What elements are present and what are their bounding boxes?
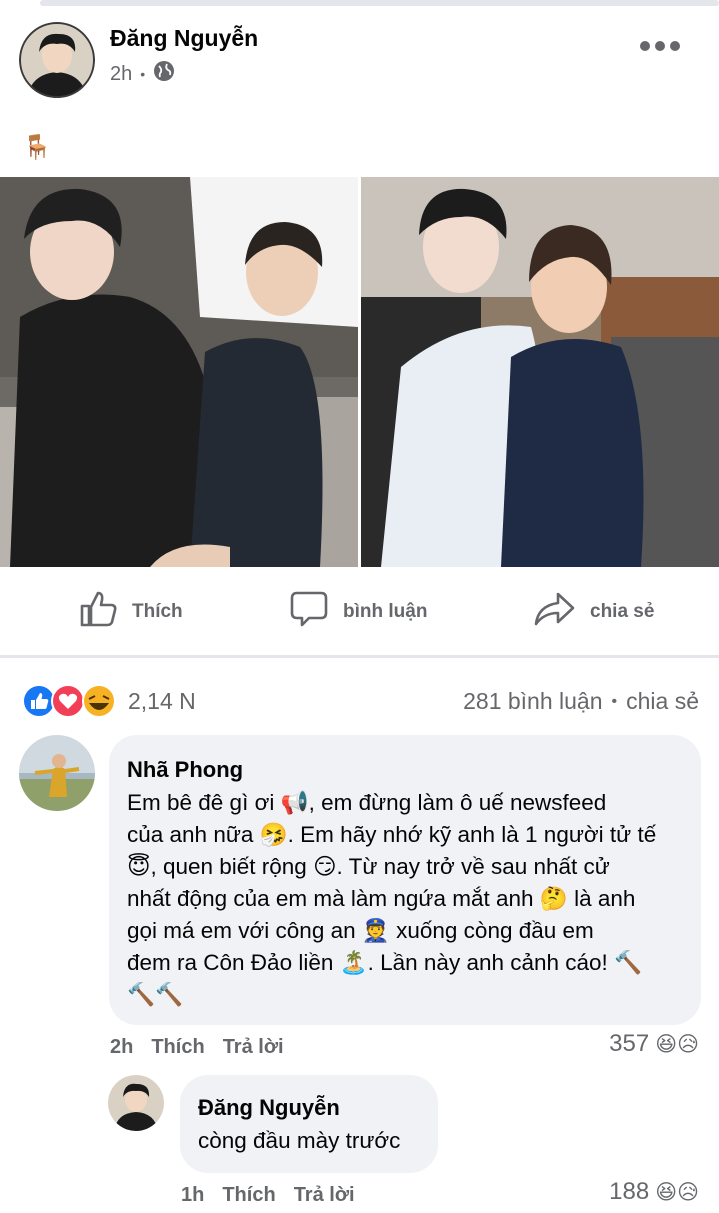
share-label: chia sẻ <box>590 601 655 622</box>
comment-count[interactable]: 281 bình luận <box>463 688 602 715</box>
comment-reaction-emojis: 😆😥 <box>655 1032 699 1056</box>
comment-line: Em bê đê gì ơi 📢, em đừng làm ô uế newsf… <box>127 790 607 815</box>
share-button[interactable]: chia sẻ <box>532 587 654 637</box>
reply-reply-button[interactable]: Trả lời <box>294 1184 355 1207</box>
author-avatar[interactable] <box>19 22 95 98</box>
comment-author[interactable]: Nhã Phong <box>127 757 243 783</box>
reply-time[interactable]: 1h <box>181 1184 204 1207</box>
post-stats: 2,14 N 281 bình luận • chia sẻ <box>0 672 719 728</box>
comment-like-button[interactable]: Thích <box>151 1036 204 1059</box>
more-options-icon[interactable] <box>638 38 682 54</box>
stats-right: 281 bình luận • chia sẻ <box>463 688 699 715</box>
comment-line: 🔨🔨 <box>127 982 184 1007</box>
comment-text: Em bê đê gì ơi 📢, em đừng làm ô uế newsf… <box>127 787 697 1011</box>
comment-button[interactable]: bình luận <box>289 587 427 637</box>
stats-dot: • <box>611 692 618 710</box>
post-photos[interactable] <box>0 177 719 567</box>
photo-left[interactable] <box>0 177 358 567</box>
reply-like-button[interactable]: Thích <box>222 1184 275 1207</box>
reply-text: còng đầu mày trước <box>198 1128 401 1153</box>
photo-right[interactable] <box>361 177 719 567</box>
post-author-name[interactable]: Đăng Nguyễn <box>110 25 258 52</box>
comment-line: 😇, quen biết rộng 😏. Từ nay trở về sau n… <box>127 854 610 879</box>
commenter-avatar[interactable] <box>19 735 95 811</box>
reaction-icons[interactable] <box>22 684 122 718</box>
reply-bubble: Đăng Nguyễn còng đầu mày trước <box>180 1075 438 1173</box>
like-label: Thích <box>132 601 183 622</box>
post-time[interactable]: 2h <box>110 63 132 86</box>
comment-line: gọi má em với công an 👮 xuống còng đầu e… <box>127 918 594 943</box>
comment-label: bình luận <box>343 601 428 622</box>
globe-icon <box>153 60 175 88</box>
thumbs-up-icon <box>78 589 118 635</box>
comment-reactions[interactable]: 357 😆😥 <box>609 1030 699 1058</box>
share-arrow-icon <box>532 589 576 635</box>
reply-avatar[interactable] <box>108 1075 164 1131</box>
post-body-emoji: 🪑 <box>22 134 52 161</box>
comment-time[interactable]: 2h <box>110 1036 133 1059</box>
reply-reaction-count: 188 <box>609 1178 650 1205</box>
comment-line: của anh nữa 🤧. Em hãy nhớ kỹ anh là 1 ng… <box>127 822 657 847</box>
comment-reply-button[interactable]: Trả lời <box>223 1036 284 1059</box>
comment-bubble: Nhã Phong Em bê đê gì ơi 📢, em đừng làm … <box>109 735 701 1025</box>
comment-bubble-icon <box>289 589 329 635</box>
meta-separator: • <box>140 66 146 82</box>
reaction-count[interactable]: 2,14 N <box>128 688 196 715</box>
comment-reaction-count: 357 <box>609 1030 650 1057</box>
reply-author[interactable]: Đăng Nguyễn <box>198 1095 340 1121</box>
share-count[interactable]: chia sẻ <box>626 688 699 715</box>
comment-actions: 2h Thích Trả lời <box>110 1036 284 1059</box>
reply-reactions[interactable]: 188 😆😥 <box>609 1178 699 1206</box>
reply-reaction-emojis: 😆😥 <box>655 1180 699 1204</box>
like-button[interactable]: Thích <box>78 587 183 637</box>
reply-actions: 1h Thích Trả lời <box>181 1184 355 1207</box>
top-divider <box>40 0 719 6</box>
comment-line: đem ra Côn Đảo liền 🏝️. Lần này anh cảnh… <box>127 950 643 975</box>
post-meta: 2h • <box>110 60 175 88</box>
post-action-bar: Thích bình luận chia sẻ <box>0 575 719 658</box>
comment-line: nhất động của em mà làm ngứa mắt anh 🤔 l… <box>127 886 636 911</box>
